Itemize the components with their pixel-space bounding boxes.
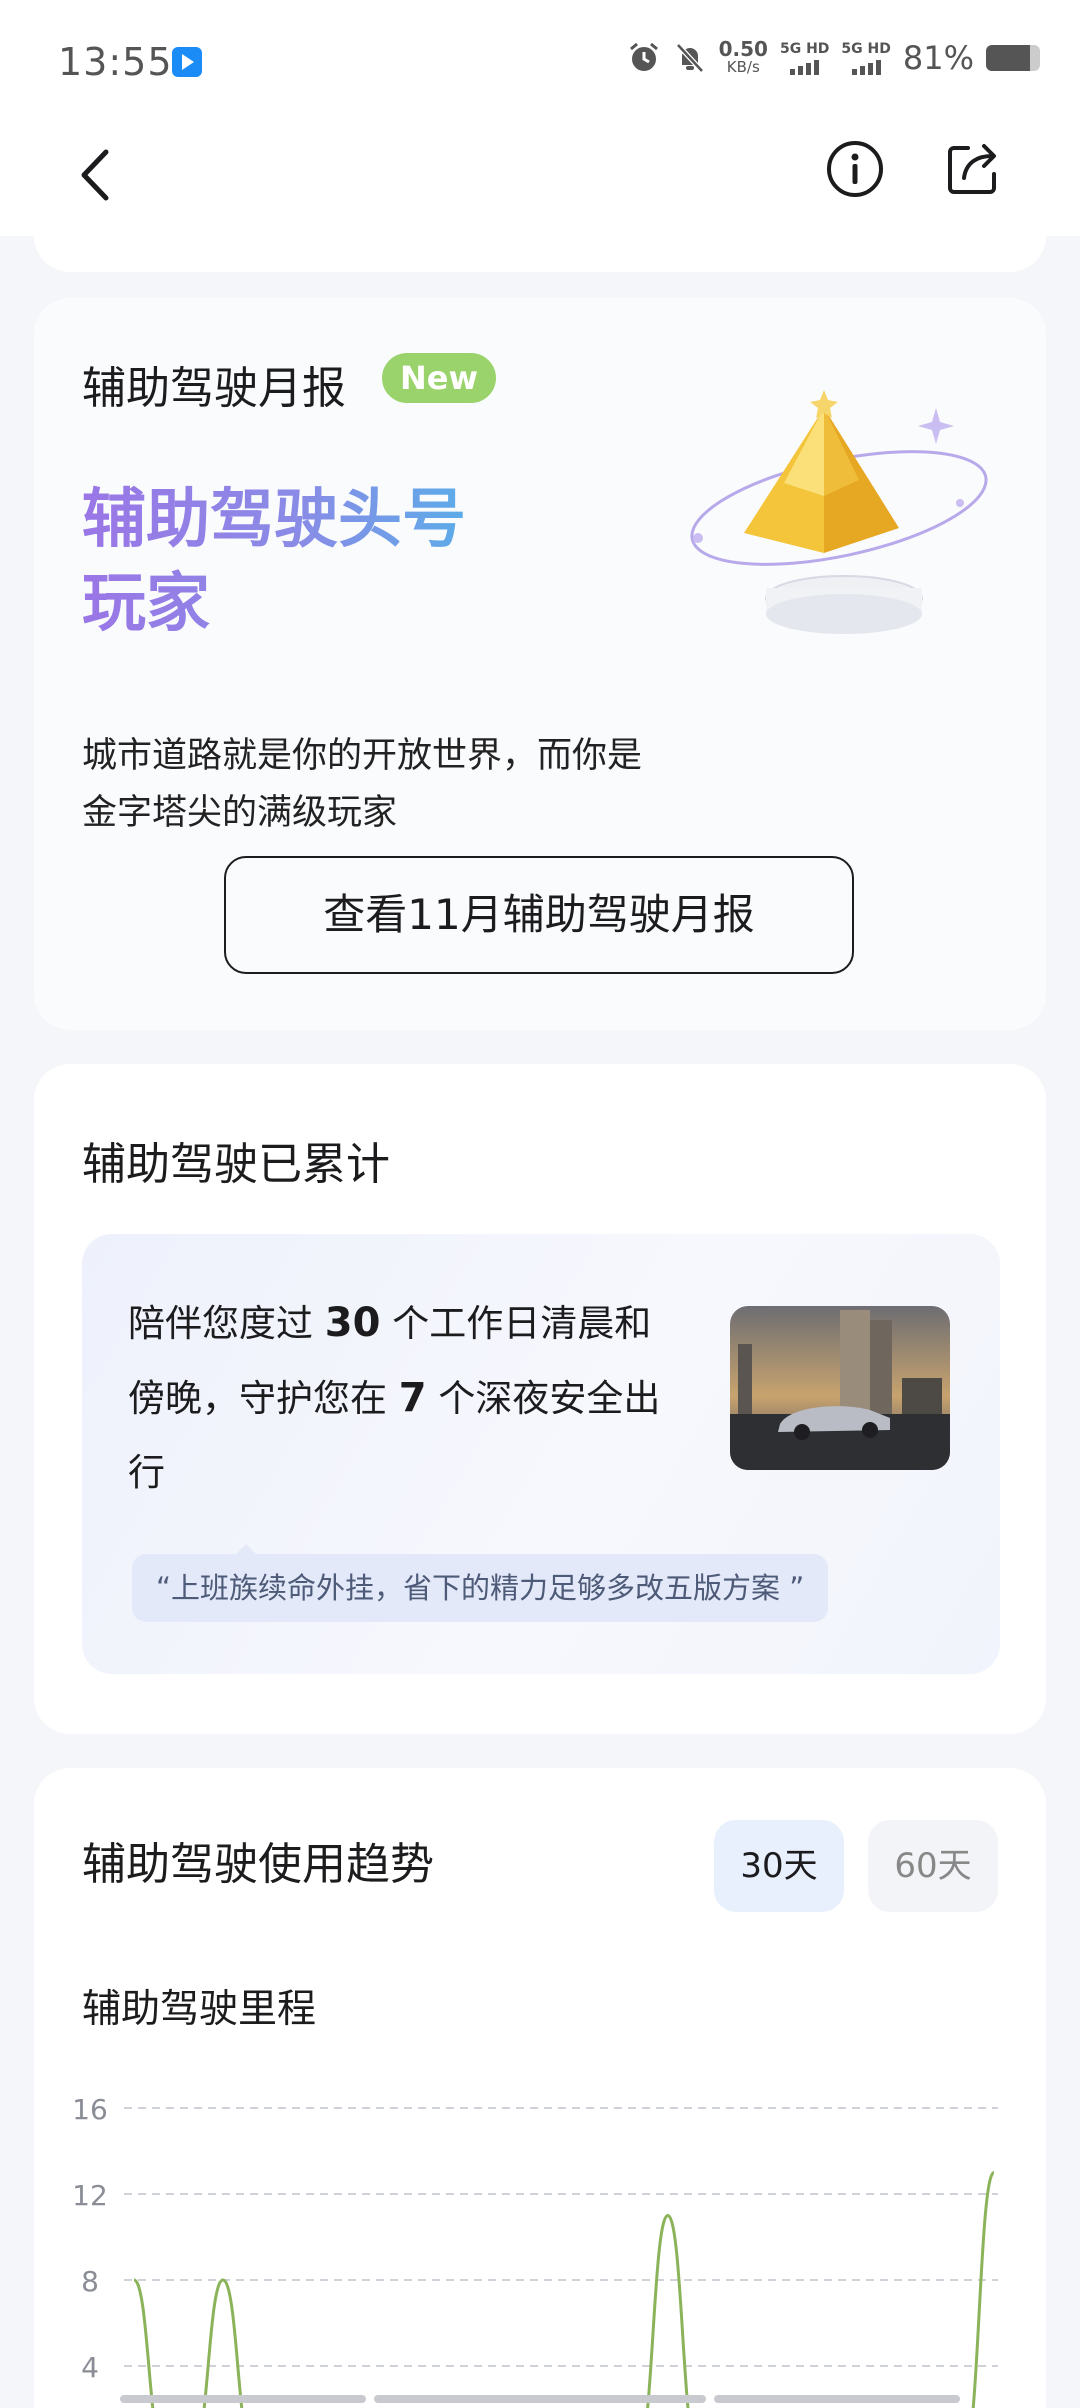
signal-sim2: 5G HD (841, 40, 891, 75)
pyramid-trophy-icon (690, 390, 988, 634)
net-speed-unit: KB/s (726, 58, 760, 76)
y-tick-label: 8 (81, 2265, 99, 2298)
mileage-series-line (132, 2171, 996, 2408)
share-button[interactable] (938, 134, 1008, 204)
battery-icon (986, 45, 1040, 71)
net-speed: 0.50 KB/s (718, 37, 768, 76)
bottom-scroll-indicators (120, 2395, 960, 2403)
scroll-indicator-segment (120, 2395, 366, 2403)
accumulated-card: 辅助驾驶已累计 陪伴您度过 30 个工作日清晨和傍晚，守护您在 7 个深夜安全出… (34, 1064, 1046, 1734)
back-button[interactable] (62, 140, 132, 210)
signal-sim1: 5G HD (780, 42, 829, 75)
monthly-report-card: 辅助驾驶月报 New 辅助驾驶头号玩家 城市道路就是你的开放世界，而你是金字塔尖… (34, 298, 1046, 1030)
summary-text-prefix: 陪伴您度过 (128, 1302, 325, 1345)
net-speed-value: 0.50 (718, 37, 768, 61)
car-photo (730, 1306, 950, 1470)
status-time: 13:55 (58, 40, 173, 84)
page-content[interactable]: 辅助驾驶月报 New 辅助驾驶头号玩家 城市道路就是你的开放世界，而你是金字塔尖… (0, 236, 1080, 2408)
scroll-indicator-segment (714, 2395, 960, 2403)
accumulated-summary-panel: 陪伴您度过 30 个工作日清晨和傍晚，守护您在 7 个深夜安全出行 “上班族续命… (82, 1234, 1000, 1674)
top-nav-bar (0, 118, 1080, 236)
quote-bubble: “上班族续命外挂，省下的精力足够多改五版方案 ” (132, 1544, 829, 1622)
scroll-indicator-segment (373, 2395, 707, 2403)
battery-percent: 81% (902, 39, 974, 77)
sim2-label: 5G HD (841, 40, 891, 57)
new-badge: New (382, 353, 497, 403)
chart-title: 辅助驾驶里程 (82, 1987, 317, 2032)
info-icon (827, 141, 883, 197)
y-tick-label: 12 (72, 2179, 108, 2212)
accumulated-summary-text: 陪伴您度过 30 个工作日清晨和傍晚，守护您在 7 个深夜安全出行 (128, 1286, 668, 1510)
signal-bars-icon (851, 59, 881, 75)
status-bar: 13:55 0.50 KB/s 5G HD 5G HD 81% (0, 0, 1080, 118)
trend-title: 辅助驾驶使用趋势 (82, 1839, 434, 1890)
report-description: 城市道路就是你的开放世界，而你是金字塔尖的满级玩家 (82, 736, 643, 833)
status-right-group: 0.50 KB/s 5G HD 5G HD 81% (627, 38, 1040, 78)
mileage-line-chart: 16 12 8 4 (72, 2093, 998, 2408)
workdays-count: 30 (324, 1300, 381, 1346)
battery-fill (986, 45, 1030, 71)
y-tick-label: 4 (81, 2351, 99, 2384)
mute-bell-icon (675, 43, 704, 73)
previous-card (34, 236, 1046, 272)
accumulated-title: 辅助驾驶已累计 (82, 1139, 390, 1190)
report-headline: 辅助驾驶头号玩家 (82, 478, 512, 646)
report-title: 辅助驾驶月报 (82, 363, 346, 414)
chevron-left-icon (81, 149, 109, 201)
tab-60-days[interactable]: 60天 (868, 1820, 998, 1912)
app-notification-icon (172, 47, 202, 77)
share-icon (948, 144, 996, 194)
signal-bars-icon (790, 59, 820, 75)
tab-30-days[interactable]: 30天 (714, 1820, 844, 1912)
alarm-icon (629, 42, 658, 71)
usage-trend-card: 辅助驾驶使用趋势 30天 60天 辅助驾驶里程 16 12 8 4 (34, 1768, 1046, 2408)
info-button[interactable] (820, 134, 890, 204)
view-monthly-report-button[interactable]: 查看11月辅助驾驶月报 (224, 856, 854, 974)
nights-count: 7 (398, 1375, 427, 1421)
y-tick-label: 16 (72, 2093, 108, 2126)
sim1-label: 5G HD (779, 40, 830, 57)
